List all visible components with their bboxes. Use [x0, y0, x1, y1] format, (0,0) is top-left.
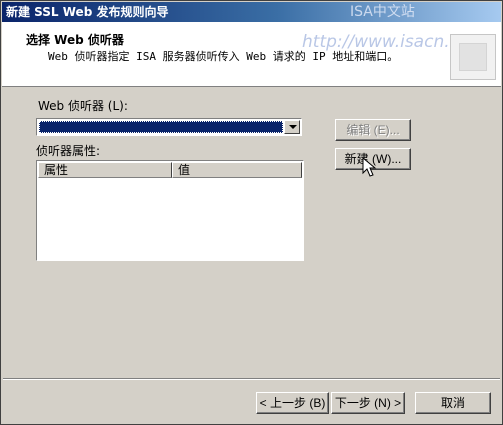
title-bar[interactable]: 新建 SSL Web 发布规则向导 ISA中文站: [2, 2, 501, 22]
column-value[interactable]: 值: [172, 162, 302, 178]
properties-label: 侦听器属性:: [36, 144, 101, 158]
back-button[interactable]: < 上一步 (B): [256, 392, 329, 414]
cancel-button[interactable]: 取消: [415, 392, 491, 414]
footer-divider: [3, 378, 500, 380]
listener-label: Web 侦听器 (L):: [38, 99, 128, 113]
wizard-header: 选择 Web 侦听器 Web 侦听器指定 ISA 服务器侦听传入 Web 请求的…: [2, 22, 501, 87]
chevron-down-icon[interactable]: [284, 120, 300, 134]
listener-selected-value: [39, 121, 283, 133]
page-title: 选择 Web 侦听器: [26, 33, 124, 47]
wizard-window: 新建 SSL Web 发布规则向导 ISA中文站 选择 Web 侦听器 Web …: [0, 0, 503, 425]
listener-dropdown[interactable]: [36, 118, 302, 136]
wizard-header-icon: [450, 34, 496, 80]
mouse-cursor-icon: [362, 157, 377, 177]
window-title: 新建 SSL Web 发布规则向导: [6, 5, 169, 19]
column-property[interactable]: 属性: [38, 162, 172, 178]
watermark-site-name: ISA中文站: [350, 4, 415, 20]
next-button[interactable]: 下一步 (N) >: [331, 392, 405, 414]
list-header: 属性 值: [38, 162, 302, 178]
listener-properties-list[interactable]: 属性 值: [36, 160, 304, 261]
edit-listener-button[interactable]: 编辑 (E)...: [335, 119, 411, 141]
